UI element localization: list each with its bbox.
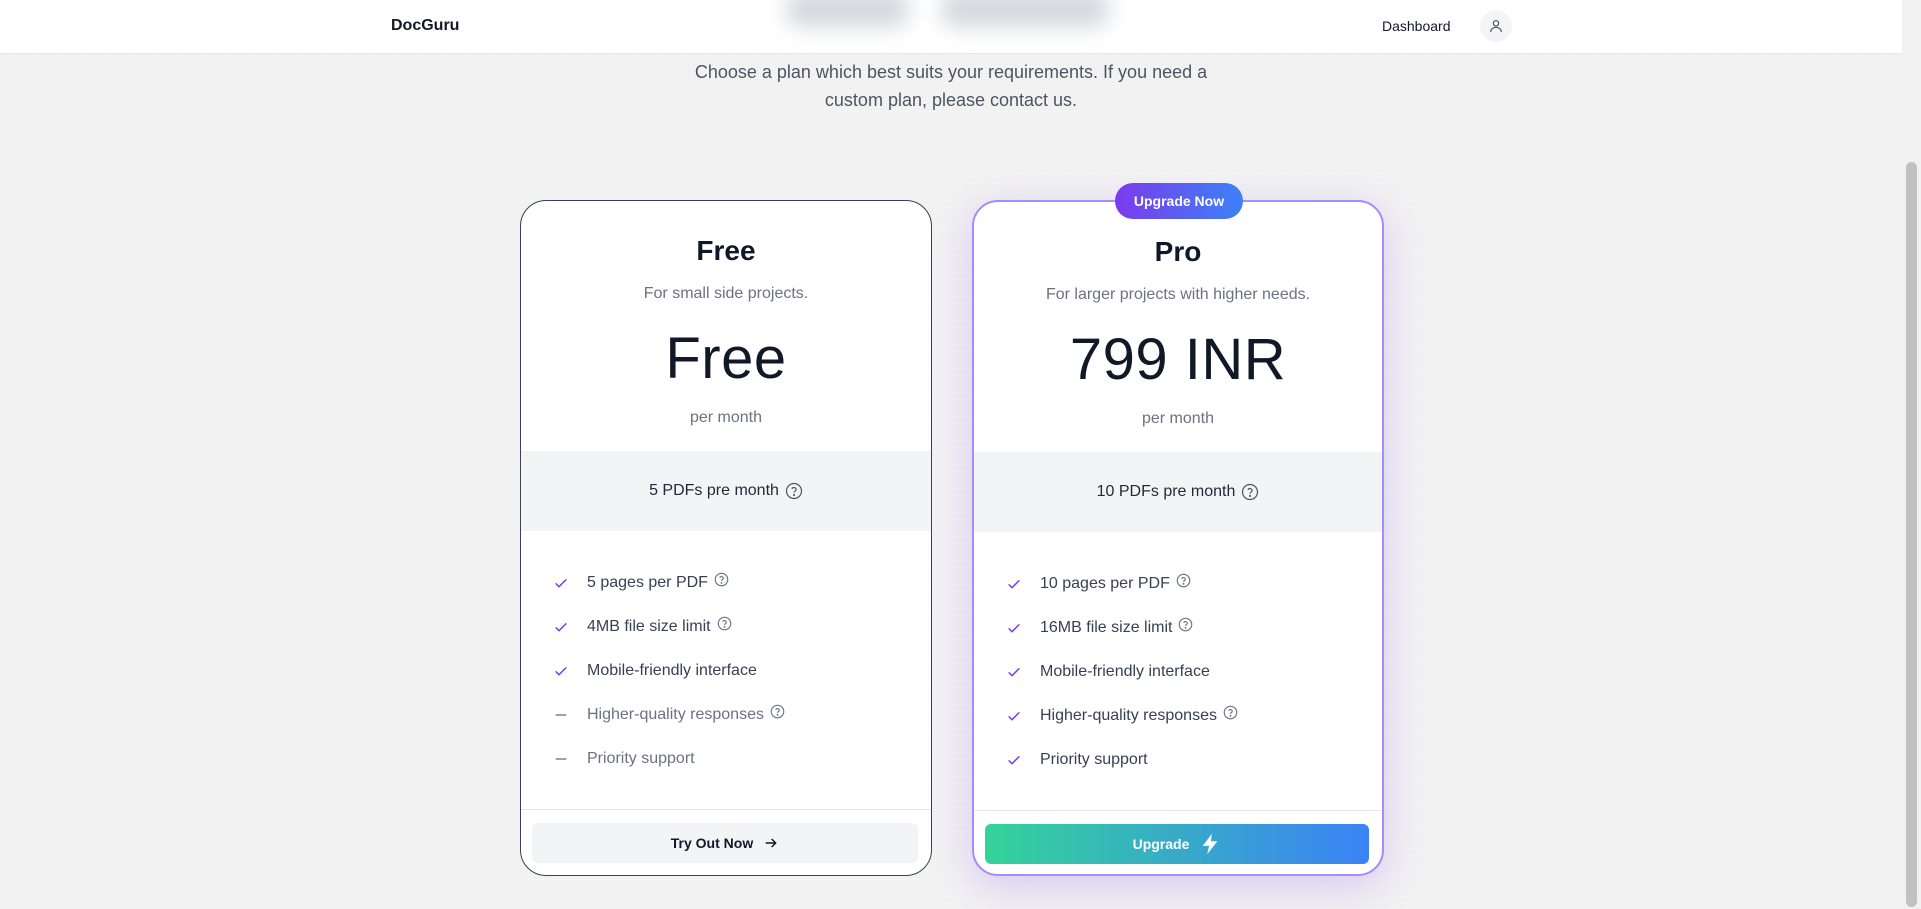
button-label: Upgrade xyxy=(1132,836,1190,852)
help-circle-icon[interactable] xyxy=(785,482,803,500)
feature-label: Higher-quality responses xyxy=(587,706,764,723)
feature-item: Priority support xyxy=(553,737,913,781)
feature-label: 4MB file size limit xyxy=(587,618,711,635)
feature-item: 16MB file size limit xyxy=(1006,606,1366,650)
feature-label: 16MB file size limit xyxy=(1040,619,1173,636)
help-circle-icon[interactable] xyxy=(717,616,732,631)
page-scrollbar[interactable] xyxy=(1902,0,1921,909)
feature-label: Priority support xyxy=(1040,751,1148,768)
check-icon xyxy=(1006,664,1022,680)
scrollbar-thumb[interactable] xyxy=(1906,162,1917,907)
help-circle-icon[interactable] xyxy=(1241,483,1259,501)
card-divider xyxy=(974,810,1382,811)
feature-item: Mobile-friendly interface xyxy=(1006,650,1366,694)
plan-card-free: Free For small side projects. Free per m… xyxy=(520,200,932,876)
check-icon xyxy=(1006,620,1022,636)
feature-list: 5 pages per PDF 4MB file size limit Mobi… xyxy=(553,561,913,781)
blurred-nav-item xyxy=(785,0,910,28)
check-icon xyxy=(1006,752,1022,768)
user-avatar-button[interactable] xyxy=(1480,10,1512,42)
plan-period: per month xyxy=(689,409,763,426)
help-circle-icon[interactable] xyxy=(1176,573,1191,588)
feature-item: Mobile-friendly interface xyxy=(553,649,913,693)
feature-label: 5 pages per PDF xyxy=(587,574,708,591)
minus-icon xyxy=(553,707,569,723)
help-circle-icon[interactable] xyxy=(1223,705,1238,720)
feature-label: Priority support xyxy=(587,750,695,767)
plan-description: For small side projects. xyxy=(643,285,809,302)
lightning-bolt-icon xyxy=(1203,833,1218,855)
feature-item: Higher-quality responses xyxy=(1006,694,1366,738)
plan-name: Free xyxy=(696,235,756,266)
intro-line-1: Choose a plan which best suits your requ… xyxy=(694,62,1208,82)
feature-list: 10 pages per PDF 16MB file size limit Mo… xyxy=(1006,562,1366,782)
plan-name: Pro xyxy=(1154,236,1202,267)
check-icon xyxy=(553,619,569,635)
help-circle-icon[interactable] xyxy=(1178,617,1193,632)
button-label: Try Out Now xyxy=(670,835,754,851)
upgrade-now-badge: Upgrade Now xyxy=(1115,183,1243,219)
plan-price: Free xyxy=(665,326,787,391)
nav-dashboard-link[interactable]: Dashboard xyxy=(1382,18,1451,34)
minus-icon xyxy=(553,751,569,767)
plan-card-pro: Upgrade Now Pro For larger projects with… xyxy=(972,183,1384,876)
quota-label: 10 PDFs pre month xyxy=(1096,483,1236,500)
user-icon xyxy=(1490,20,1502,33)
feature-item: 10 pages per PDF xyxy=(1006,562,1366,606)
check-icon xyxy=(1006,576,1022,592)
feature-item: 5 pages per PDF xyxy=(553,561,913,605)
arrow-right-icon xyxy=(765,838,777,848)
help-circle-icon[interactable] xyxy=(714,572,729,587)
plan-quota: 5 PDFs pre month xyxy=(521,451,931,531)
upgrade-button[interactable]: Upgrade xyxy=(985,824,1369,864)
card-divider xyxy=(521,809,931,810)
check-icon xyxy=(1006,708,1022,724)
feature-label: Higher-quality responses xyxy=(1040,707,1217,724)
intro-line-2: custom plan, please contact us. xyxy=(824,90,1078,110)
brand-logo-link[interactable]: DocGuru xyxy=(391,17,459,35)
feature-label: Mobile-friendly interface xyxy=(587,662,757,679)
feature-item: 4MB file size limit xyxy=(553,605,913,649)
quota-label: 5 PDFs pre month xyxy=(649,482,779,499)
blurred-nav-item xyxy=(940,0,1110,28)
check-icon xyxy=(553,575,569,591)
pricing-intro: Choose a plan which best suits your requ… xyxy=(651,58,1251,114)
feature-item: Higher-quality responses xyxy=(553,693,913,737)
top-navbar: DocGuru Dashboard xyxy=(0,0,1902,54)
feature-label: Mobile-friendly interface xyxy=(1040,663,1210,680)
feature-item: Priority support xyxy=(1006,738,1366,782)
plan-quota: 10 PDFs pre month xyxy=(974,452,1382,532)
check-icon xyxy=(553,663,569,679)
feature-label: 10 pages per PDF xyxy=(1040,575,1170,592)
help-circle-icon[interactable] xyxy=(770,704,785,719)
plan-price: 799 INR xyxy=(1069,327,1287,392)
plan-period: per month xyxy=(1141,410,1215,427)
try-out-now-button[interactable]: Try Out Now xyxy=(532,823,918,863)
plan-description: For larger projects with higher needs. xyxy=(1045,286,1311,303)
